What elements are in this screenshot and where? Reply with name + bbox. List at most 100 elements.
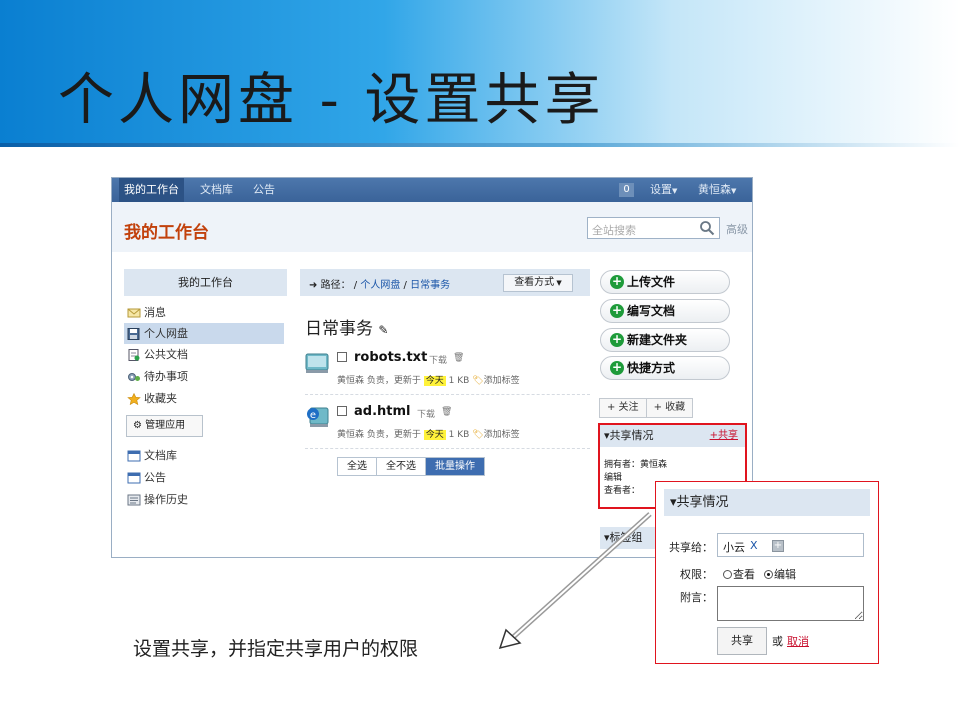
- sidebar-heading: 我的工作台: [124, 269, 287, 296]
- sidebar-item-doc-library[interactable]: 文档库: [124, 445, 284, 466]
- radio-edit[interactable]: [764, 569, 773, 579]
- select-none-button[interactable]: 全不选: [377, 458, 426, 475]
- select-all-button[interactable]: 全选: [338, 458, 377, 475]
- manage-apps-button[interactable]: ⚙ 管理应用: [126, 415, 203, 437]
- download-link[interactable]: 下载: [417, 407, 435, 420]
- batch-operation-button[interactable]: 批量操作: [426, 458, 484, 475]
- favorite-button[interactable]: + 收藏: [647, 399, 693, 417]
- follow-toolbar: + 关注 + 收藏: [599, 398, 694, 418]
- upload-file-button[interactable]: + 上传文件: [600, 270, 730, 294]
- plus-icon: +: [610, 303, 624, 318]
- cancel-link[interactable]: 取消: [787, 633, 809, 649]
- history-icon: [127, 494, 141, 506]
- slide-caption: 设置共享，并指定共享用户的权限: [133, 638, 419, 660]
- slide: 个人网盘 - 设置共享 我的工作台 文档库 公告 0 设置▼ 黄恒森▼ 我的工作…: [0, 0, 960, 720]
- sidebar-item-messages[interactable]: 消息: [124, 302, 284, 323]
- window-icon: [127, 472, 141, 484]
- disk-icon: [127, 328, 140, 340]
- add-tag-link[interactable]: 添加标签: [484, 376, 520, 386]
- share-user-chip: 小云: [723, 541, 745, 554]
- search-icon[interactable]: [699, 220, 715, 236]
- html-file-icon: e: [307, 407, 329, 427]
- sidebar-item-public-docs[interactable]: 公共文档: [124, 344, 284, 365]
- or-text: 或: [772, 635, 783, 648]
- remove-user-button[interactable]: X: [750, 539, 758, 552]
- nav-announcements[interactable]: 公告: [248, 178, 280, 202]
- nav-user-menu[interactable]: 黄恒森▼: [693, 178, 741, 202]
- breadcrumb: ➜ 路径： / 个人网盘 / 日常事务 查看方式 ▼: [300, 269, 590, 296]
- trash-icon[interactable]: 🗑: [441, 407, 452, 417]
- nav-document-library[interactable]: 文档库: [195, 178, 238, 202]
- add-tag-link[interactable]: 添加标签: [484, 430, 520, 440]
- file-name[interactable]: robots.txt: [354, 350, 427, 365]
- manage-apps-label: 管理应用: [145, 420, 186, 431]
- sidebar-item-label: 消息: [144, 306, 166, 319]
- notification-badge[interactable]: 0: [619, 183, 634, 197]
- file-owner: 黄恒森 负责，更新于: [337, 430, 421, 440]
- user-name: 黄恒森: [698, 183, 731, 196]
- file-updated-today: 今天: [423, 376, 446, 386]
- page-title: 我的工作台: [124, 223, 209, 243]
- svg-text:e: e: [310, 410, 316, 421]
- breadcrumb-personal-disk[interactable]: 个人网盘: [360, 280, 400, 291]
- share-to-label: 共享给：: [669, 541, 713, 554]
- file-checkbox[interactable]: [337, 352, 347, 362]
- title-band-stripe: [0, 143, 960, 147]
- follow-button[interactable]: + 关注: [600, 399, 647, 417]
- permission-view-label: 查看: [733, 568, 755, 581]
- file-size: 1 KB: [448, 376, 470, 386]
- star-icon: [127, 393, 141, 405]
- sidebar-item-label: 收藏夹: [144, 392, 177, 405]
- nav-settings[interactable]: 设置▼: [645, 178, 682, 202]
- share-submit-button[interactable]: 共享: [717, 627, 767, 655]
- chevron-down-icon: ▼: [554, 279, 562, 287]
- trash-icon[interactable]: 🗑: [453, 353, 464, 363]
- advanced-search-link[interactable]: 高级: [726, 221, 748, 237]
- write-document-label: 编写文档: [627, 304, 676, 318]
- message-label: 附言：: [680, 591, 713, 604]
- file-size: 1 KB: [448, 430, 470, 440]
- gear-people-icon: [128, 373, 140, 381]
- file-checkbox[interactable]: [337, 406, 347, 416]
- popup-heading: ▾共享情况: [664, 489, 870, 516]
- permission-view-option[interactable]: 查看: [723, 566, 755, 582]
- selection-toolbar: 全选 全不选 批量操作: [337, 457, 485, 476]
- shortcut-button[interactable]: + 快捷方式: [600, 356, 730, 380]
- back-arrow-icon[interactable]: ➜: [309, 280, 317, 291]
- file-meta: 黄恒森 负责，更新于 今天 1 KB 🏷添加标签: [337, 373, 520, 386]
- share-to-field[interactable]: 小云 X +: [717, 533, 864, 557]
- chevron-down-icon: ▼: [672, 187, 678, 195]
- pencil-icon[interactable]: ✎: [378, 323, 388, 337]
- file-updated-today: 今天: [423, 430, 446, 440]
- new-folder-button[interactable]: + 新建文件夹: [600, 328, 730, 352]
- breadcrumb-daily-affairs[interactable]: 日常事务: [410, 280, 450, 291]
- file-name[interactable]: ad.html: [354, 404, 411, 419]
- app-header: 我的工作台 全站搜索 高级: [112, 202, 752, 252]
- sidebar-item-todo[interactable]: 待办事项: [124, 366, 284, 387]
- sidebar-item-history[interactable]: 操作历史: [124, 489, 284, 510]
- sidebar-item-personal-disk[interactable]: 个人网盘: [124, 323, 284, 344]
- view-mode-label: 查看方式: [514, 277, 555, 288]
- radio-view[interactable]: [723, 569, 732, 579]
- sidebar-item-announcements[interactable]: 公告: [124, 467, 284, 488]
- new-folder-label: 新建文件夹: [627, 333, 688, 347]
- folder-name: 日常事务: [305, 319, 373, 339]
- path-label: 路径：: [320, 280, 351, 291]
- share-popup: ▾共享情况 共享给： 小云 X + 权限： 查看 编辑 附言： 共享 或 取消: [655, 481, 879, 664]
- permission-edit-label: 编辑: [774, 568, 796, 581]
- sidebar-item-label: 操作历史: [144, 493, 188, 506]
- search-input[interactable]: 全站搜索: [587, 217, 720, 239]
- sidebar-item-favorites[interactable]: 收藏夹: [124, 388, 284, 409]
- add-user-icon[interactable]: +: [772, 540, 784, 552]
- write-document-button[interactable]: + 编写文档: [600, 299, 730, 323]
- view-mode-button[interactable]: 查看方式 ▼: [503, 274, 573, 292]
- path-separator: /: [353, 280, 358, 291]
- nav-my-workbench[interactable]: 我的工作台: [119, 178, 184, 202]
- sidebar-item-label: 待办事项: [144, 370, 188, 383]
- download-link[interactable]: 下载: [429, 353, 447, 366]
- message-textarea[interactable]: [717, 586, 864, 621]
- chevron-down-icon: ▼: [731, 187, 737, 195]
- shortcut-label: 快捷方式: [627, 361, 676, 375]
- breadcrumb-text: ➜ 路径： / 个人网盘 / 日常事务: [309, 276, 450, 291]
- permission-edit-option[interactable]: 编辑: [764, 566, 796, 582]
